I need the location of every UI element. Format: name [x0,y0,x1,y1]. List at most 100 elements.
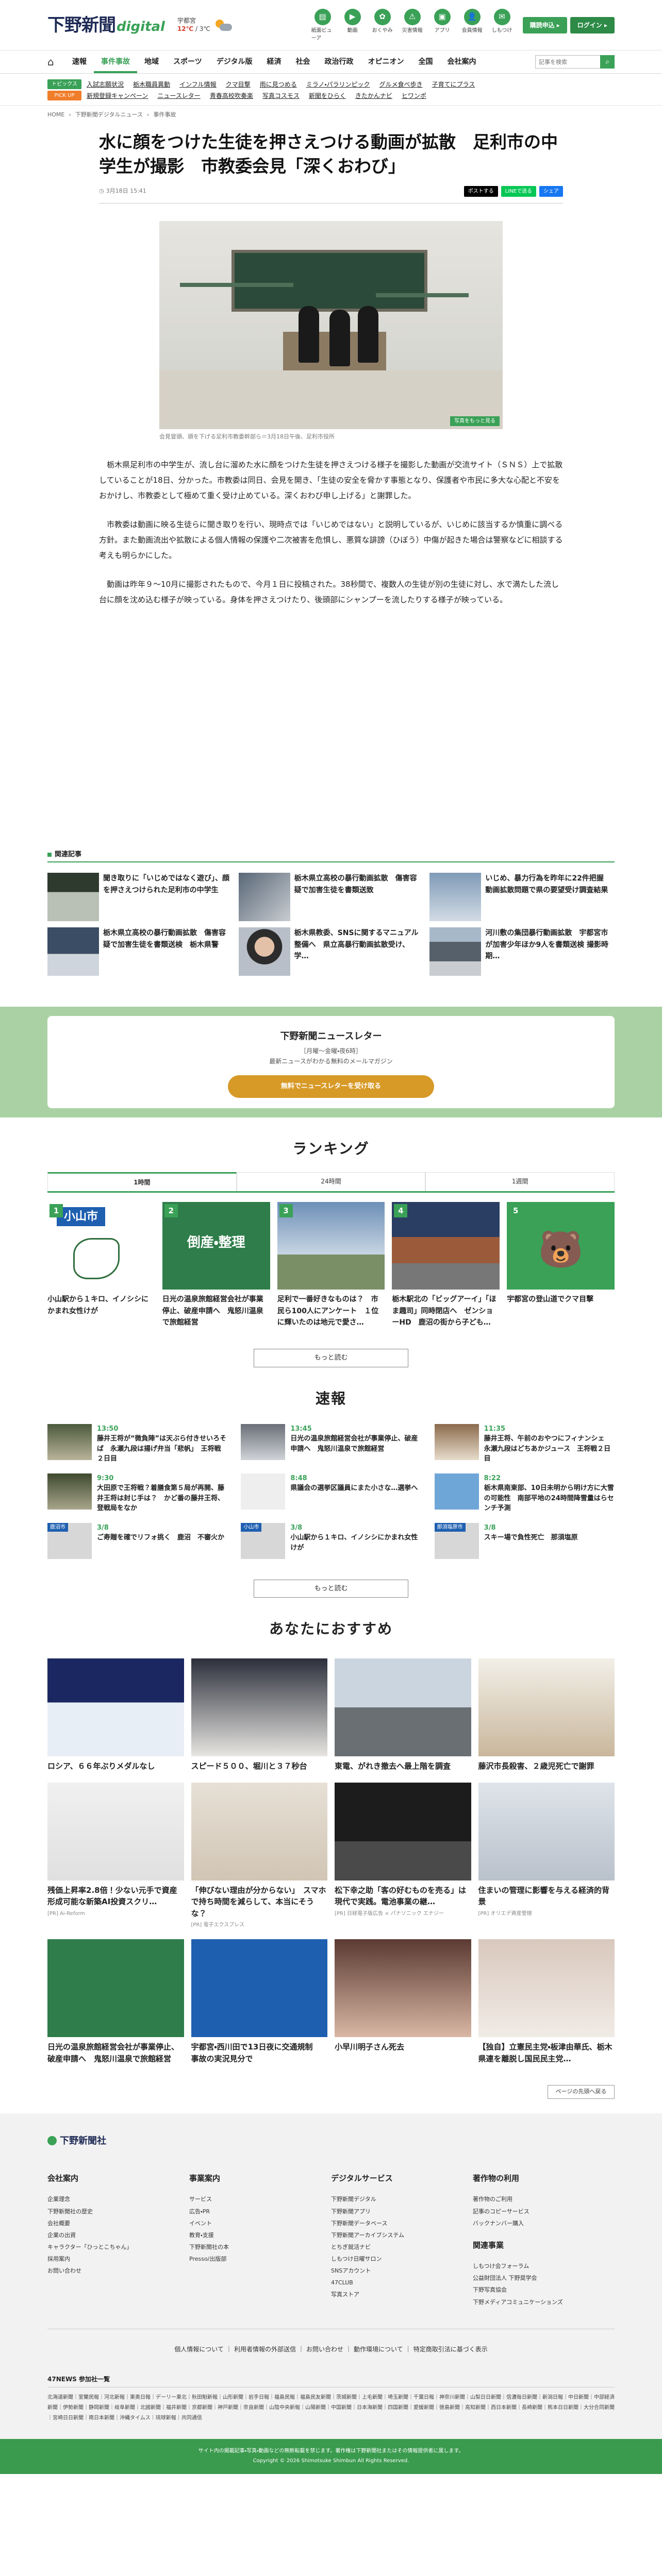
footer-link[interactable]: 下野写真協会 [473,2284,615,2296]
recommended-item[interactable]: スピード５００、堀川と３７秒台 [191,1658,327,1772]
share-facebook-button[interactable]: シェア [539,186,563,197]
nav-item[interactable]: 速報 [65,50,94,73]
footer-link[interactable]: 下野新聞アプリ [331,2206,473,2217]
pickup-link[interactable]: 新規登録キャンペーン [87,91,148,100]
footer-bottom-link[interactable]: 特定商取引法に基づく表示 [413,2346,488,2353]
footer-link[interactable]: 下野メディアコミュニケーションズ [473,2296,615,2308]
breaking-news-item[interactable]: 8:22 栃木県南東部、10日未明から明け方に大雪の可能性 南部平地の24時間降雪… [434,1473,615,1514]
footer-link[interactable]: しもつけ会フォーラム [473,2260,615,2272]
recommended-item[interactable]: 東電、がれき撤去へ最上階を調査 [335,1658,471,1772]
recommended-item[interactable]: 【独自】立憲民主党・板津由華氏、栃木県連を離脱し国民民主党… [478,1939,615,2064]
weather-widget[interactable]: 宇都宮 12℃ / 3℃ [177,17,232,33]
header-icon-link[interactable]: ⚠ 災害情報 [401,8,424,42]
nav-item[interactable]: 経済 [259,50,288,73]
footer-link[interactable]: お問い合わせ [47,2265,189,2277]
pickup-link[interactable]: 写真コスモス [262,91,300,100]
header-icon-link[interactable]: ▣ アプリ [431,8,454,42]
pickup-link[interactable]: ヒワンポ [402,91,426,100]
footer-link[interactable]: 下野新聞データベース [331,2217,473,2229]
breaking-news-item[interactable]: 那須塩原市 3/8 スキー場で負性死亡 那須塩原 [434,1522,615,1559]
photo-image[interactable]: 写真をもっと見る [159,221,503,430]
recommended-item[interactable]: 残価上昇率2.8倍！少ない元手で資産形成可能な新築AI投資スクリ… [PR] Ai… [47,1782,184,1929]
recommended-item[interactable]: 松下幸之助「客の好むものを売る」は現代で実践。電池事業の継… [PR] 日経電子版… [335,1782,471,1929]
search-icon[interactable]: ⌕ [600,55,615,69]
header-icon-link[interactable]: ▶ 動画 [341,8,364,42]
topic-link[interactable]: グルメ食べ歩き [379,80,423,89]
footer-link[interactable]: 記事のコピーサービス [473,2206,615,2217]
ranking-item[interactable]: 2 倒産・整理 日光の温泉旅館経営会社が事業停止、破産申請へ 鬼怒川温泉で旅館経営 [162,1202,270,1328]
footer-link[interactable]: 下野新聞アーカイブシステム [331,2229,473,2241]
nav-item[interactable]: デジタル版 [209,50,260,73]
footer-link[interactable]: 下野新聞社の本 [189,2241,331,2253]
topic-link[interactable]: ミラノ・パラリンピック [306,80,370,89]
related-article[interactable]: 河川敷の集団暴行動画拡散 宇都宮市が加害少年ほか9人を書類送検 撮影時期… [429,927,615,976]
related-article[interactable]: 聞き取りに「いじめではなく遊び」、顔を押さえつけられた足利市の中学生 [47,873,233,922]
footer-link[interactable]: Presso/出版部 [189,2253,331,2265]
recommended-item[interactable]: 「伸びない理由が分からない」 スマホで持ち時間を減らして、本当にそうな？ [PR]… [191,1782,327,1929]
search-input[interactable] [535,55,600,69]
header-icon-link[interactable]: ▤ 紙面ビューア [311,8,334,42]
share-line-button[interactable]: LINEで送る [501,186,536,197]
recommended-item[interactable]: 日光の温泉旅館経営会社が事業停止、破産申請へ 鬼怒川温泉で旅館経営 [47,1939,184,2064]
breaking-news-item[interactable]: 小山市 3/8 小山駅から１キロ、イノシシにかまれ女性けが [241,1522,421,1559]
sister-papers-list[interactable]: 北海道新聞｜室蘭民報｜河北新報｜東奥日報｜デーリー東北｜秋田魁新報｜山形新聞｜岩… [47,2393,615,2424]
ranking-item[interactable]: 1 小山市 小山駅から１キロ、イノシシにかまれ女性けが [47,1202,155,1328]
breaking-news-item[interactable]: 13:50 藤井王将が“微負陣”は天ぶら付きせいろそば 永瀬九段は揚げ弁当「悲帆」… [47,1423,227,1464]
login-button[interactable]: ログイン ▸ [570,17,615,33]
topic-link[interactable]: 栃木職員異動 [133,80,170,89]
pickup-link[interactable]: ニュースレター [157,91,200,100]
recommended-item[interactable]: 小早川明子さん死去 [335,1939,471,2064]
share-x-button[interactable]: ポストする [464,186,498,197]
breaking-news-item[interactable]: 8:48 県議会の選挙区議員にまた小さな…選挙へ [241,1473,421,1514]
page-top-button[interactable]: ページの先頭へ戻る [548,2085,615,2099]
footer-link[interactable]: 下野新聞社の歴史 [47,2206,189,2217]
footer-link[interactable]: イベント [189,2217,331,2229]
topic-link[interactable]: インフル情報 [179,80,217,89]
footer-bottom-link[interactable]: 利用者情報の外部送信 [234,2346,296,2353]
newsletter-signup-button[interactable]: 無料でニュースレターを受け取る [228,1075,434,1098]
footer-link[interactable]: サービス [189,2193,331,2205]
footer-link[interactable]: 広告・PR [189,2206,331,2217]
recommended-item[interactable]: 住まいの管理に影響を与える経済的背景 [PR] オリエデ資産管理 [478,1782,615,1929]
subscribe-button[interactable]: 購読申込 ▸ [522,17,567,33]
related-article[interactable]: いじめ、暴力行為を昨年に22件把握 動画拡散問題で県の要望受け調査結果 [429,873,615,922]
breaking-news-item[interactable]: 11:35 藤井王将、午前のおやつにフィナンシェ 永瀬九段はどちあかジュース 王将… [434,1423,615,1464]
footer-bottom-link[interactable]: お問い合わせ [306,2346,343,2353]
breadcrumb-item[interactable]: 事件事故 [153,111,176,118]
topic-link[interactable]: 入試志願状況 [87,80,124,89]
footer-link[interactable]: 企業の出資 [47,2229,189,2241]
header-icon-link[interactable]: ✿ おくやみ [371,8,394,42]
nav-item[interactable]: スポーツ [166,50,209,73]
nav-item[interactable]: 全国 [411,50,440,73]
footer-link[interactable]: 公益財団法人 下野奨学会 [473,2272,615,2284]
nav-item[interactable]: 政治行政 [317,50,360,73]
ranking-item[interactable]: 5 🐻 宇都宮の登山道でクマ目撃 [507,1202,615,1328]
footer-logo[interactable]: 下野新聞社 [47,2134,615,2148]
footer-link[interactable]: キャラクター「ひっとこちゃん」 [47,2241,189,2253]
footer-link[interactable]: SNSアカウント [331,2265,473,2277]
recommended-item[interactable]: ロシア、６６年ぶりメダルなし [47,1658,184,1772]
nav-item[interactable]: 事件事故 [94,50,137,73]
ranking-tab[interactable]: 24時間 [236,1172,426,1192]
more-photos-button[interactable]: 写真をもっと見る [450,416,500,427]
pickup-link[interactable]: 新聞をひらく [309,91,346,100]
footer-link[interactable]: しもつけ日曜サロン [331,2253,473,2265]
footer-link[interactable]: 会社概要 [47,2217,189,2229]
ranking-tab[interactable]: 1時間 [47,1172,237,1192]
header-icon-link[interactable]: 👤 会員情報 [461,8,484,42]
footer-link[interactable]: 下野新聞デジタル [331,2193,473,2205]
footer-link[interactable]: 47CLUB [331,2277,473,2289]
footer-link[interactable]: 著作物のご利用 [473,2193,615,2205]
ranking-item[interactable]: 3 足利で一番好きなものは？ 市民ら100人にアンケート １位に輝いたのは地元で愛… [277,1202,385,1328]
breadcrumb-item[interactable]: HOME [47,111,64,118]
site-logo[interactable]: 下野新聞 digital [47,12,165,39]
nav-item[interactable]: オピニオン [360,50,411,73]
topic-link[interactable]: 雨に見つめる [260,80,297,89]
header-icon-link[interactable]: ✉ しもつけ [491,8,514,42]
related-article[interactable]: 栃木県教委、SNSに関するマニュアル整備へ 県立高暴行動画拡散受け、学… [238,927,424,976]
footer-link[interactable]: 企業理念 [47,2193,189,2205]
footer-link[interactable]: 採用案内 [47,2253,189,2265]
breaking-more-button[interactable]: もっと読む [254,1579,408,1598]
topic-link[interactable]: クマ目撃 [226,80,251,89]
related-article[interactable]: 栃木県立高校の暴行動画拡散 傷害容疑で加害生徒を書類送致 [238,873,424,922]
